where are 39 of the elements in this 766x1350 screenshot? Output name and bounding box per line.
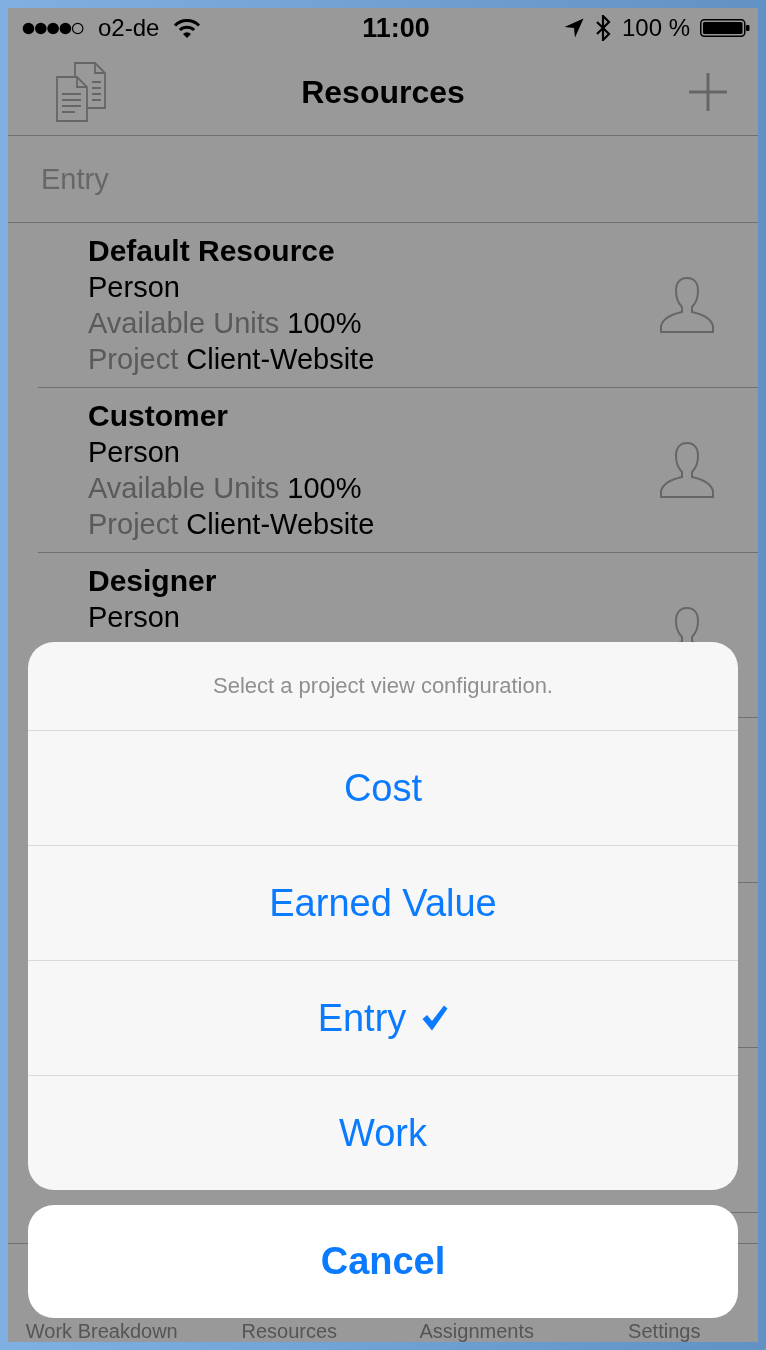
tab-item[interactable]: Work Breakdown: [25, 1322, 178, 1340]
bluetooth-icon: [593, 15, 612, 41]
nav-title: Resources: [301, 72, 465, 111]
wifi-icon: [173, 18, 202, 38]
units-value: 100%: [287, 306, 362, 341]
resource-name: Customer: [88, 398, 229, 434]
person-icon: [659, 441, 715, 499]
project-name: Client-Website: [186, 342, 375, 377]
resource-name: Designer: [88, 563, 217, 599]
cancel-button[interactable]: Cancel: [28, 1205, 738, 1318]
signal-icon: [22, 21, 84, 35]
battery-icon: [700, 19, 750, 37]
carrier-name: o2-de: [98, 14, 160, 42]
person-icon: [659, 276, 715, 334]
menu-option[interactable]: Work: [28, 1075, 738, 1190]
project-name: Client-Website: [186, 507, 375, 542]
plus-icon: [689, 72, 727, 111]
resource-type: Person: [88, 600, 180, 635]
tab-item[interactable]: Resources: [241, 1322, 338, 1340]
resource-name: Default Resource: [88, 233, 335, 269]
project-label: Project: [88, 507, 179, 542]
resource-type: Person: [88, 435, 180, 470]
units-label: Available Units: [88, 471, 280, 506]
tab-item[interactable]: Settings: [628, 1322, 701, 1340]
units-value: 100%: [287, 471, 362, 506]
tab-item[interactable]: Assignments: [419, 1322, 534, 1340]
documents-icon: [55, 61, 107, 122]
battery-percent: 100 %: [621, 14, 690, 42]
units-label: Available Units: [88, 306, 280, 341]
location-icon: [563, 18, 584, 38]
menu-option[interactable]: Earned Value: [28, 845, 738, 960]
project-label: Project: [88, 342, 179, 377]
menu-option[interactable]: Cost: [28, 730, 738, 845]
documents-button[interactable]: [55, 61, 107, 122]
resource-type: Person: [88, 270, 180, 305]
add-button[interactable]: [689, 72, 727, 111]
menu-title: Select a project view configuration.: [213, 673, 553, 699]
menu-option[interactable]: Entry: [28, 960, 738, 1075]
status-time: 11:00: [362, 13, 430, 43]
